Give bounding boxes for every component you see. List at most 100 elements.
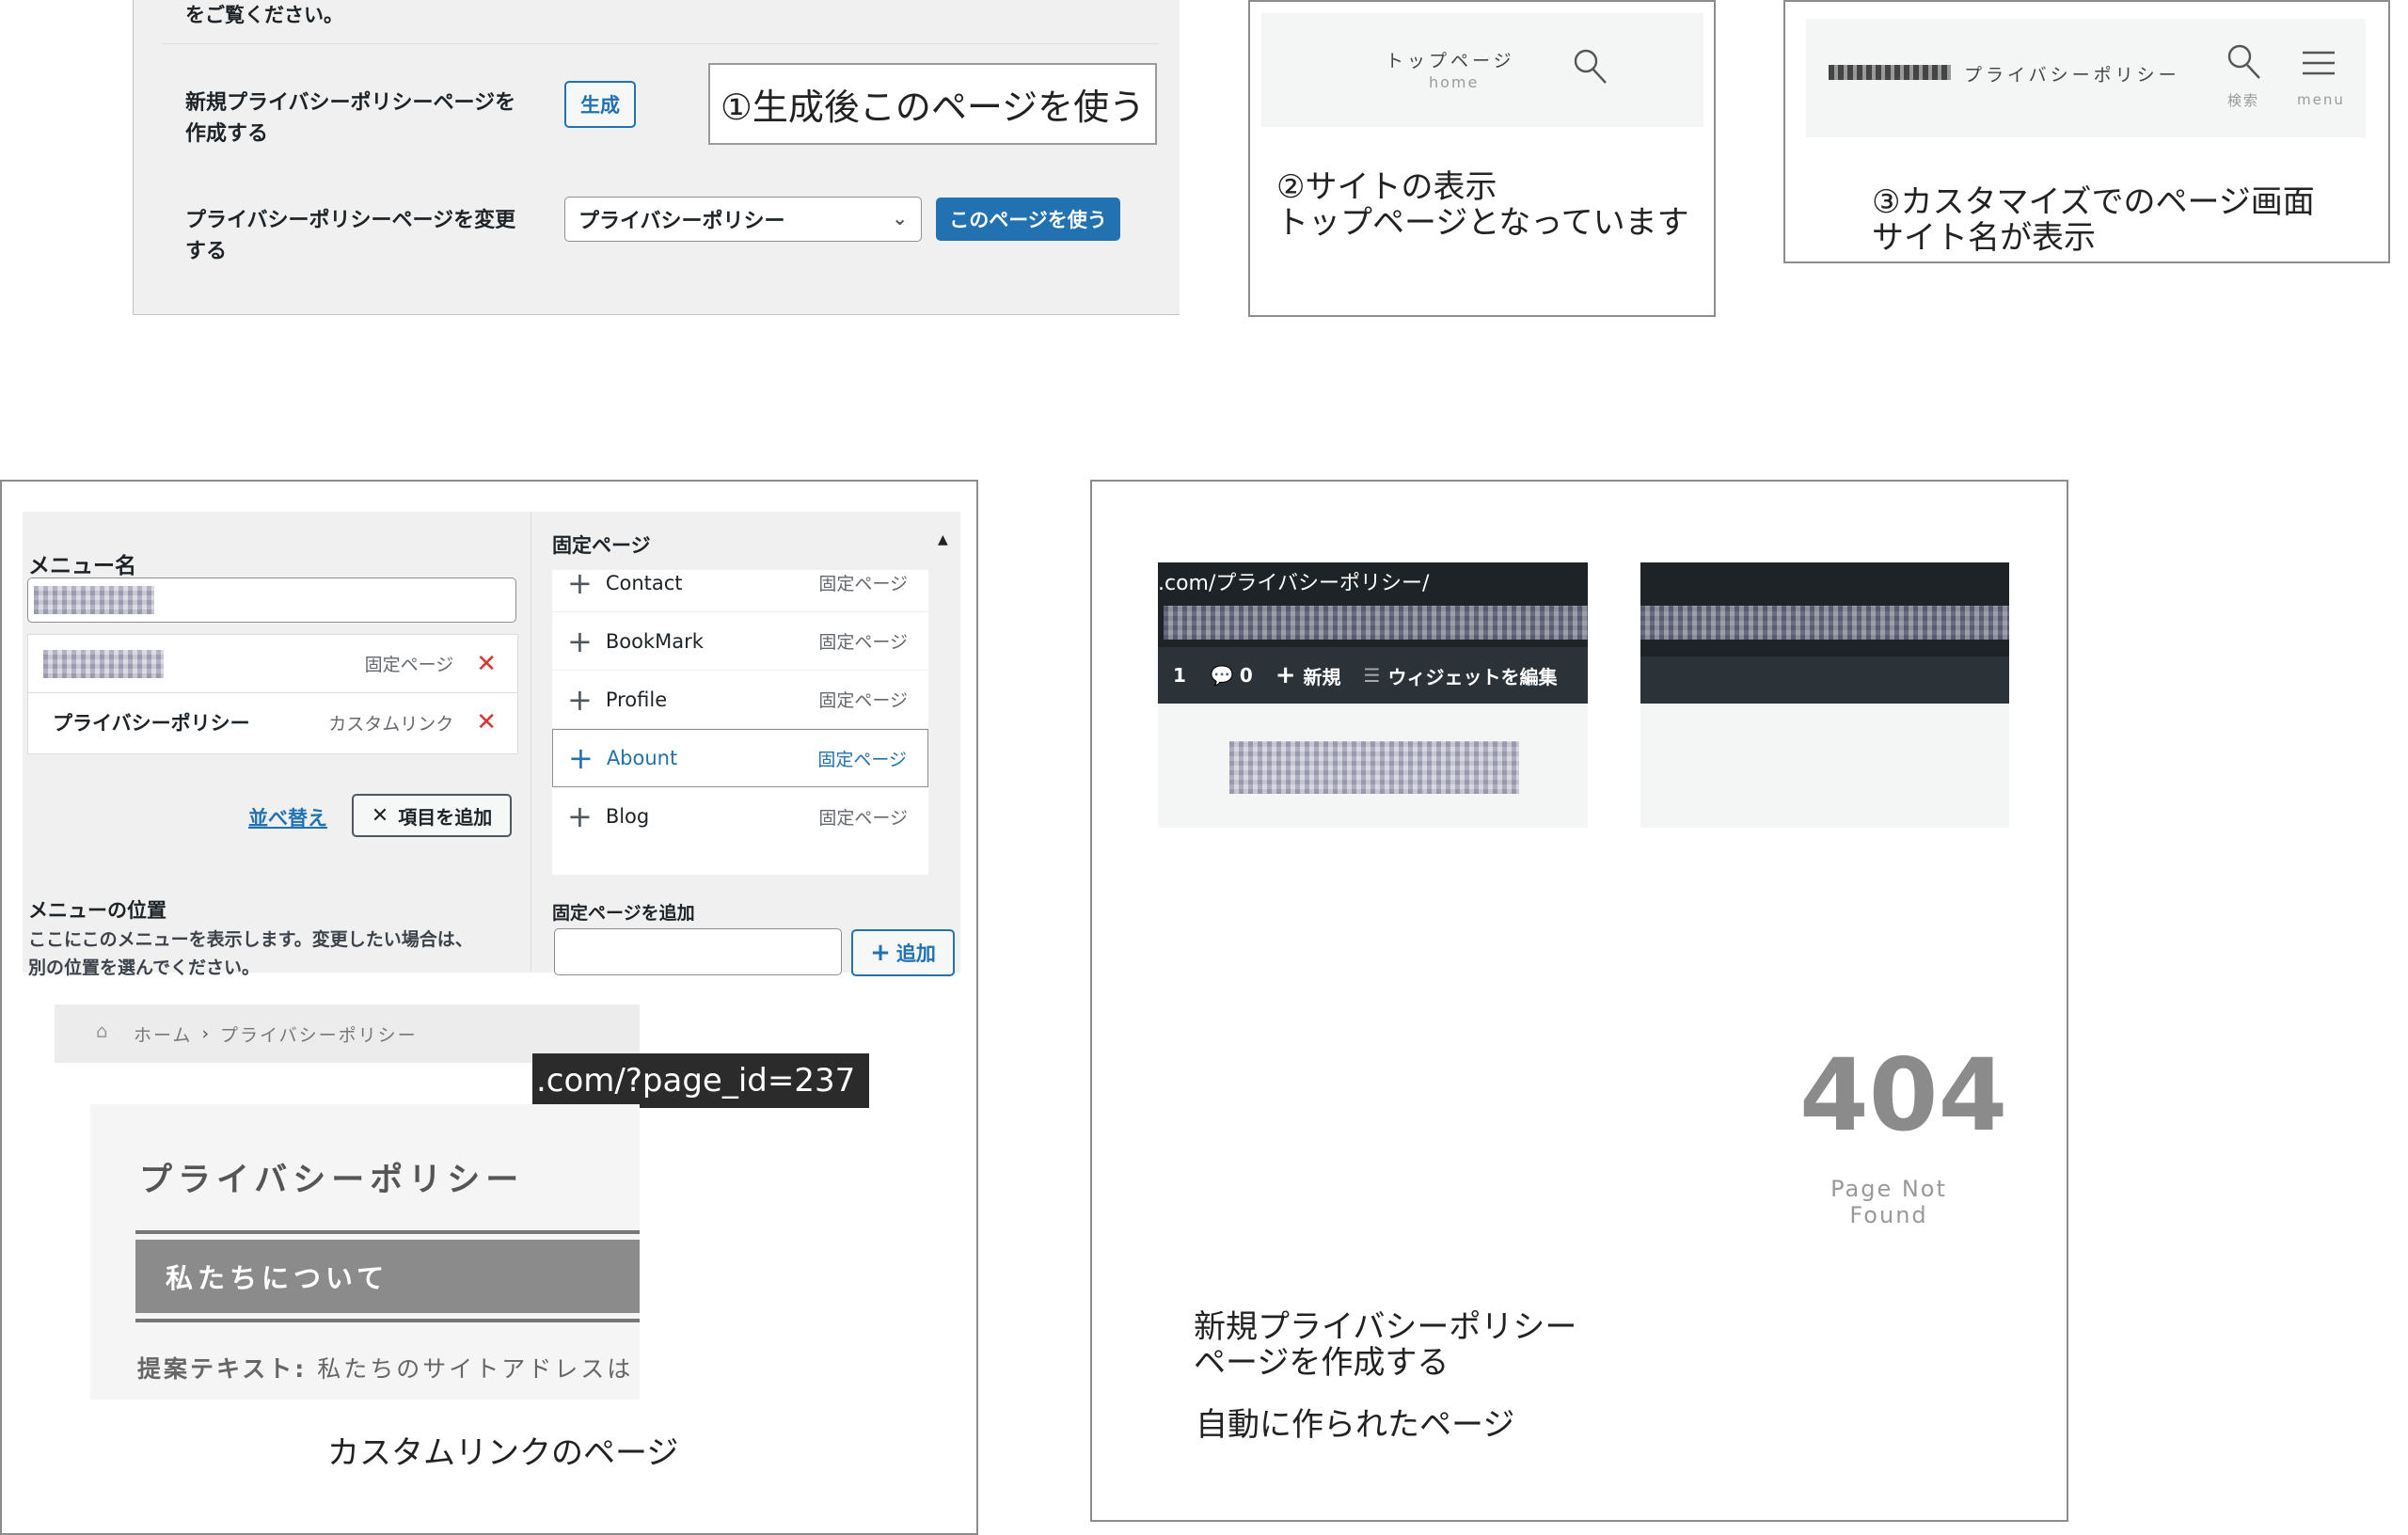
page-title: BookMark bbox=[605, 629, 704, 653]
site-name-redacted bbox=[1829, 65, 1951, 80]
menu-item-2[interactable]: プライバシーポリシー カスタムリンク ✕ bbox=[28, 693, 517, 752]
use-page-button[interactable]: このページを使う bbox=[936, 198, 1120, 241]
plus-icon: + bbox=[568, 740, 594, 776]
callout-1: ①生成後このページを使う bbox=[708, 63, 1157, 145]
reorder-link[interactable]: 並べ替え bbox=[248, 803, 327, 831]
url-redacted bbox=[1640, 606, 2009, 640]
menu-name-input[interactable] bbox=[27, 578, 516, 623]
page-title: Contact bbox=[605, 571, 683, 594]
body-text: 私たちのサイトアドレスは bbox=[307, 1355, 634, 1383]
breadcrumb-separator: › bbox=[201, 1023, 212, 1044]
divider bbox=[162, 43, 1159, 44]
customize-panel: プライバシーポリシー 検索 menu ③カスタマイズでのページ画面 サイト名が表… bbox=[1783, 0, 2390, 263]
nav-privacy-policy[interactable]: プライバシーポリシー bbox=[1964, 61, 2180, 87]
site-caption: ②サイトの表示 トップページとなっています bbox=[1276, 168, 1689, 242]
fixed-pages-box: 固定ページ ▲ + Contact 固定ページ + BookMark 固定ページ +… bbox=[531, 512, 960, 976]
site-header-mock: トップページ home bbox=[1261, 13, 1703, 127]
not-found-panel: .com/プライバシーポリシー/ 1 💬 0 + 新規 ☰ ウィジェットを編集 … bbox=[1090, 480, 2068, 1522]
menu-item-type: カスタムリンク bbox=[328, 713, 454, 735]
add-page-input[interactable] bbox=[554, 928, 842, 975]
privacy-settings-panel: をご覧ください。 新規プライバシーポリシーページを 作成する 生成 ①生成後この… bbox=[133, 0, 1180, 315]
fixed-pages-list: + Contact 固定ページ + BookMark 固定ページ + Profile … bbox=[552, 570, 928, 875]
plus-icon: + bbox=[870, 939, 891, 967]
admin-toolbar: 1 💬 0 + 新規 ☰ ウィジェットを編集 bbox=[1158, 647, 1588, 704]
body-bold: 提案テキスト: bbox=[137, 1355, 308, 1383]
add-items-label: 項目を追加 bbox=[398, 805, 493, 829]
nav-top-page[interactable]: トップページ bbox=[1386, 47, 1515, 72]
search-icon[interactable] bbox=[1572, 47, 1609, 87]
delete-icon[interactable]: ✕ bbox=[476, 650, 497, 678]
page-item-bookmark[interactable]: + BookMark 固定ページ bbox=[552, 612, 928, 671]
menu-item-title: プライバシーポリシー bbox=[53, 712, 250, 735]
add-page-button[interactable]: + 追加 bbox=[851, 929, 955, 976]
add-page-label: 固定ページを追加 bbox=[552, 903, 695, 924]
comment-icon[interactable]: 💬 bbox=[1211, 664, 1234, 687]
page-title: Blog bbox=[605, 805, 650, 828]
menu-location-desc: ここにこのメニューを表示します。変更したい場合は、 別の位置を選んでください。 bbox=[28, 929, 473, 978]
add-items-button[interactable]: ✕ 項目を追加 bbox=[352, 794, 512, 837]
customize-header-mock: プライバシーポリシー 検索 menu bbox=[1806, 19, 2366, 137]
site-display-panel: トップページ home ②サイトの表示 トップページとなっています bbox=[1248, 0, 1716, 317]
menu-editor-panel: メニュー名 固定ページ ✕ プライバシーポリシー カスタムリンク ✕ 並べ替え bbox=[0, 480, 978, 1535]
page-item-contact[interactable]: + Contact 固定ページ bbox=[552, 570, 928, 612]
menu-item-1[interactable]: 固定ページ ✕ bbox=[28, 635, 517, 693]
menu-location-heading: メニューの位置 bbox=[28, 899, 166, 922]
plus-icon: + bbox=[1275, 661, 1296, 689]
admin-toolbar-right bbox=[1640, 657, 2009, 704]
url-tooltip: .com/?page_id=237 bbox=[532, 1053, 869, 1108]
privacy-page-select[interactable]: プライバシーポリシー ⌄ bbox=[564, 197, 922, 242]
page-item-abount[interactable]: + Abount 固定ページ bbox=[552, 729, 928, 787]
widget-icon: ☰ bbox=[1363, 664, 1381, 687]
page-type: 固定ページ bbox=[818, 807, 908, 829]
comment-count[interactable]: 0 bbox=[1240, 664, 1253, 687]
not-found-caption-2: 自動に作られたページ bbox=[1196, 1406, 1515, 1444]
search-icon[interactable] bbox=[2226, 42, 2263, 82]
page-type: 固定ページ bbox=[818, 574, 908, 594]
site-header-right bbox=[1640, 704, 2009, 828]
menu-item-title-redacted bbox=[43, 649, 164, 678]
plus-icon: + bbox=[567, 681, 593, 718]
add-page-button-label: 追加 bbox=[895, 942, 936, 965]
new-label[interactable]: 新規 bbox=[1304, 662, 1341, 689]
updates-count[interactable]: 1 bbox=[1173, 664, 1186, 687]
delete-icon[interactable]: ✕ bbox=[476, 708, 497, 736]
menu-item-type: 固定ページ bbox=[364, 655, 454, 675]
breadcrumb-home[interactable]: ホーム bbox=[134, 1021, 192, 1047]
url-redacted bbox=[1164, 606, 1588, 640]
menu-structure-box: メニュー名 固定ページ ✕ プライバシーポリシー カスタムリンク ✕ 並べ替え bbox=[23, 512, 531, 978]
admin-bar-left: .com/プライバシーポリシー/ 1 💬 0 + 新規 ☰ ウィジェットを編集 bbox=[1158, 562, 1588, 704]
generate-button[interactable]: 生成 bbox=[564, 81, 636, 128]
page-body-text: 提案テキスト: 私たちのサイトアドレスは bbox=[137, 1351, 633, 1385]
fixed-pages-heading[interactable]: 固定ページ bbox=[552, 530, 651, 559]
plus-icon: + bbox=[567, 570, 593, 601]
breadcrumb-current: プライバシーポリシー bbox=[220, 1024, 418, 1046]
page-title: Abount bbox=[606, 747, 678, 769]
widget-label[interactable]: ウィジェットを編集 bbox=[1387, 662, 1557, 689]
create-page-label: 新規プライバシーポリシーページを 作成する bbox=[185, 91, 516, 146]
page-title: プライバシーポリシー bbox=[139, 1162, 525, 1199]
site-header-left bbox=[1158, 704, 1588, 828]
page-item-profile[interactable]: + Profile 固定ページ bbox=[552, 671, 928, 729]
section-frame: 私たちについて bbox=[135, 1230, 640, 1322]
plus-icon: + bbox=[567, 799, 593, 834]
page-type: 固定ページ bbox=[818, 632, 908, 653]
error-message: Page Not Found bbox=[1830, 1176, 1947, 1228]
select-value: プライバシーポリシー bbox=[578, 210, 785, 233]
page-title: Profile bbox=[605, 688, 668, 711]
not-found-caption-1: 新規プライバシーポリシー ページを作成する bbox=[1194, 1308, 1577, 1382]
admin-bar-right bbox=[1640, 562, 2009, 704]
menu-name-label: メニュー名 bbox=[28, 554, 136, 578]
search-label: 検索 bbox=[2227, 92, 2260, 109]
page-url: .com/プライバシーポリシー/ bbox=[1158, 572, 1430, 595]
page-type: 固定ページ bbox=[817, 749, 907, 770]
page-item-blog[interactable]: + Blog 固定ページ bbox=[552, 787, 928, 846]
nav-top-page-sub: home bbox=[1429, 73, 1480, 91]
change-page-label: プライバシーポリシーページを変更 する bbox=[185, 209, 516, 263]
collapse-arrow-icon[interactable]: ▲ bbox=[938, 532, 948, 547]
menu-items-list: 固定ページ ✕ プライバシーポリシー カスタムリンク ✕ bbox=[27, 634, 518, 754]
section-heading: 私たちについて bbox=[135, 1240, 640, 1313]
plus-icon: + bbox=[567, 623, 593, 659]
hamburger-menu-icon[interactable] bbox=[2301, 49, 2337, 77]
customize-caption: ③カスタマイズでのページ画面 サイト名が表示 bbox=[1872, 183, 2315, 257]
menu-name-redacted bbox=[34, 586, 154, 614]
